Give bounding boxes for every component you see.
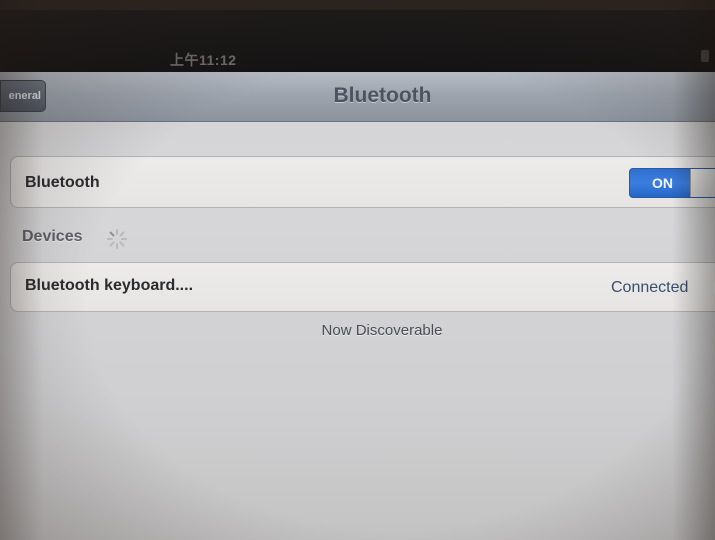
toggle-on-label: ON: [652, 175, 673, 191]
battery-icon: [701, 50, 709, 62]
status-time: 上午11:12: [170, 52, 237, 68]
settings-screen: 上午11:12 eneral Bluetooth Bluetooth ON De…: [0, 0, 715, 540]
loading-spinner-icon: [107, 229, 127, 249]
devices-section-header: Devices: [22, 228, 83, 245]
navigation-bar: eneral Bluetooth: [0, 72, 715, 122]
bluetooth-toggle[interactable]: ON: [629, 168, 715, 198]
device-bezel: [0, 0, 715, 10]
device-name: Bluetooth keyboard....: [25, 277, 194, 294]
toggle-knob: [690, 169, 715, 197]
device-status: Connected: [611, 279, 689, 296]
bluetooth-row-label: Bluetooth: [25, 174, 100, 191]
discoverable-status: Now Discoverable: [321, 322, 443, 339]
page-title: Bluetooth: [333, 84, 432, 107]
status-bar: 上午11:12: [0, 10, 715, 72]
device-row[interactable]: Bluetooth keyboard.... Connected ›: [10, 262, 715, 312]
bluetooth-setting-row: Bluetooth ON: [10, 156, 715, 208]
